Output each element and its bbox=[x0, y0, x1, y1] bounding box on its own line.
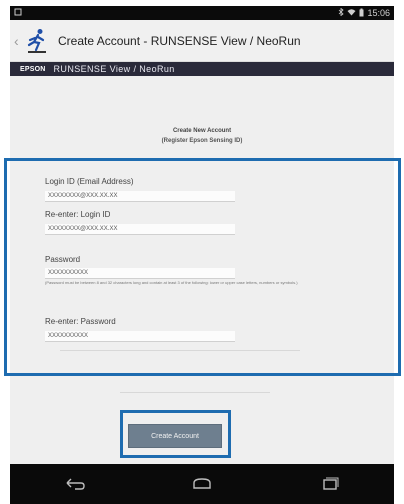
up-chevron-icon[interactable]: ‹ bbox=[14, 33, 24, 49]
back-icon[interactable] bbox=[59, 472, 89, 496]
epson-logo: EPSON bbox=[20, 65, 46, 73]
bluetooth-icon bbox=[338, 7, 345, 18]
status-bar: 15:06 bbox=[10, 6, 394, 20]
page-subheading: (Register Epson Sensing ID) bbox=[161, 138, 243, 144]
recents-icon[interactable] bbox=[315, 472, 345, 496]
form-highlight-box bbox=[4, 158, 401, 376]
navigation-bar bbox=[10, 464, 394, 504]
home-icon[interactable] bbox=[187, 472, 217, 496]
divider bbox=[120, 392, 270, 393]
brand-bar: EPSON RUNSENSE View / NeoRun bbox=[10, 62, 394, 76]
wifi-icon bbox=[347, 8, 356, 18]
battery-icon bbox=[359, 8, 364, 19]
runner-icon[interactable] bbox=[24, 26, 50, 56]
action-bar: ‹ Create Account - RUNSENSE View / NeoRu… bbox=[10, 20, 394, 62]
action-bar-title: Create Account - RUNSENSE View / NeoRun bbox=[58, 33, 301, 48]
clock: 15:06 bbox=[367, 8, 390, 18]
sim-icon bbox=[14, 8, 22, 18]
status-icons: 15:06 bbox=[338, 7, 390, 19]
brand-title: RUNSENSE View / NeoRun bbox=[53, 64, 175, 74]
page-heading: Create New Account bbox=[172, 128, 232, 134]
create-account-button[interactable]: Create Account bbox=[128, 424, 222, 448]
